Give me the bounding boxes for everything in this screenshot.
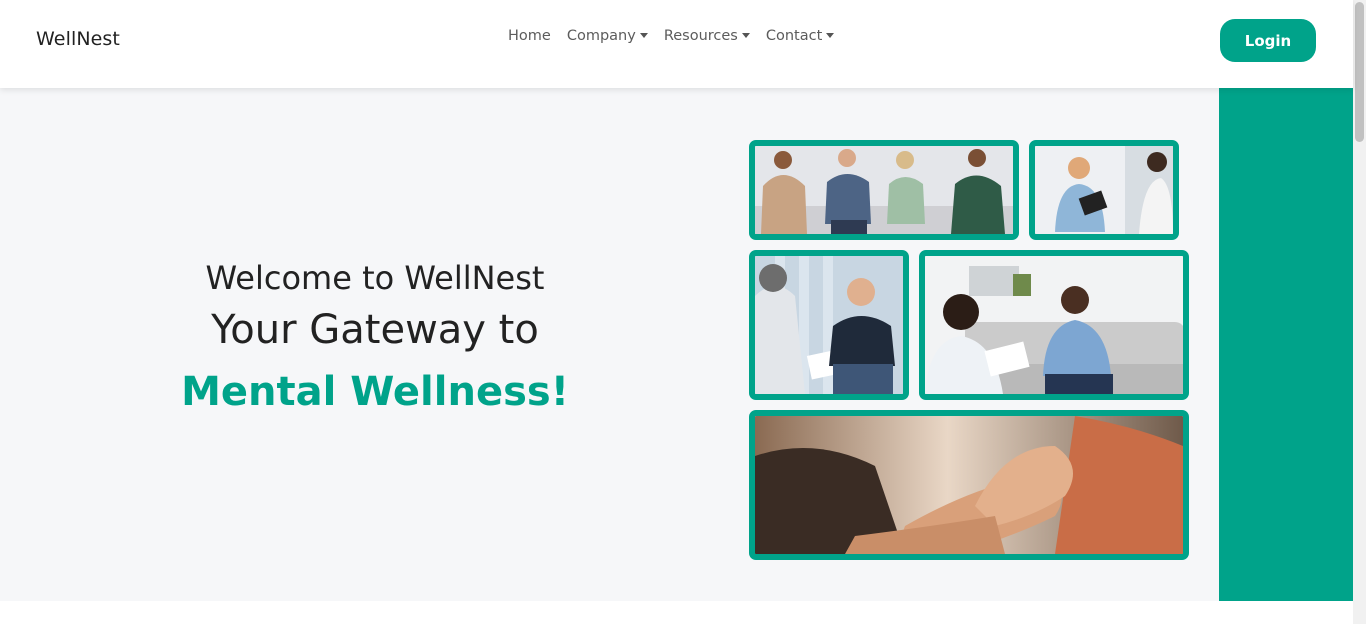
caret-down-icon (826, 32, 835, 38)
gateway-heading: Your Gateway to (211, 307, 539, 353)
welcome-heading: Welcome to WellNest (205, 259, 545, 297)
nav-item-resources[interactable]: Resources (656, 26, 758, 46)
nav-item-label: Company (566, 28, 636, 44)
man-talking-to-therapist-photo (749, 250, 909, 400)
nav-item-label: Contact (765, 28, 823, 44)
nav-item-company[interactable]: Company (559, 26, 656, 46)
nav-item-home[interactable]: Home (500, 26, 559, 46)
therapist-with-client-on-sofa-photo (919, 250, 1189, 400)
hero-headline: Welcome to WellNest Your Gateway to Ment… (140, 255, 610, 425)
main-nav: Home Company Resources Contact (500, 26, 842, 46)
counseling-session-photo (1029, 140, 1179, 240)
brand-logo[interactable]: WellNest (36, 28, 120, 50)
scrollbar-thumb[interactable] (1355, 2, 1364, 142)
login-button[interactable]: Login (1220, 19, 1316, 62)
page: WellNest Home Company Resources Contact … (0, 0, 1366, 624)
nav-item-contact[interactable]: Contact (758, 26, 842, 46)
group-therapy-photo (749, 140, 1019, 240)
mental-wellness-heading: Mental Wellness! (181, 369, 569, 415)
navbar: WellNest Home Company Resources Contact … (0, 0, 1353, 88)
holding-hands-photo (749, 410, 1189, 560)
accent-panel (1219, 88, 1353, 601)
nav-item-label: Resources (663, 28, 738, 44)
below-fold (0, 601, 1353, 624)
caret-down-icon (741, 32, 750, 38)
nav-item-label: Home (508, 28, 551, 44)
page-scrollbar[interactable] (1353, 0, 1366, 624)
caret-down-icon (639, 32, 648, 38)
